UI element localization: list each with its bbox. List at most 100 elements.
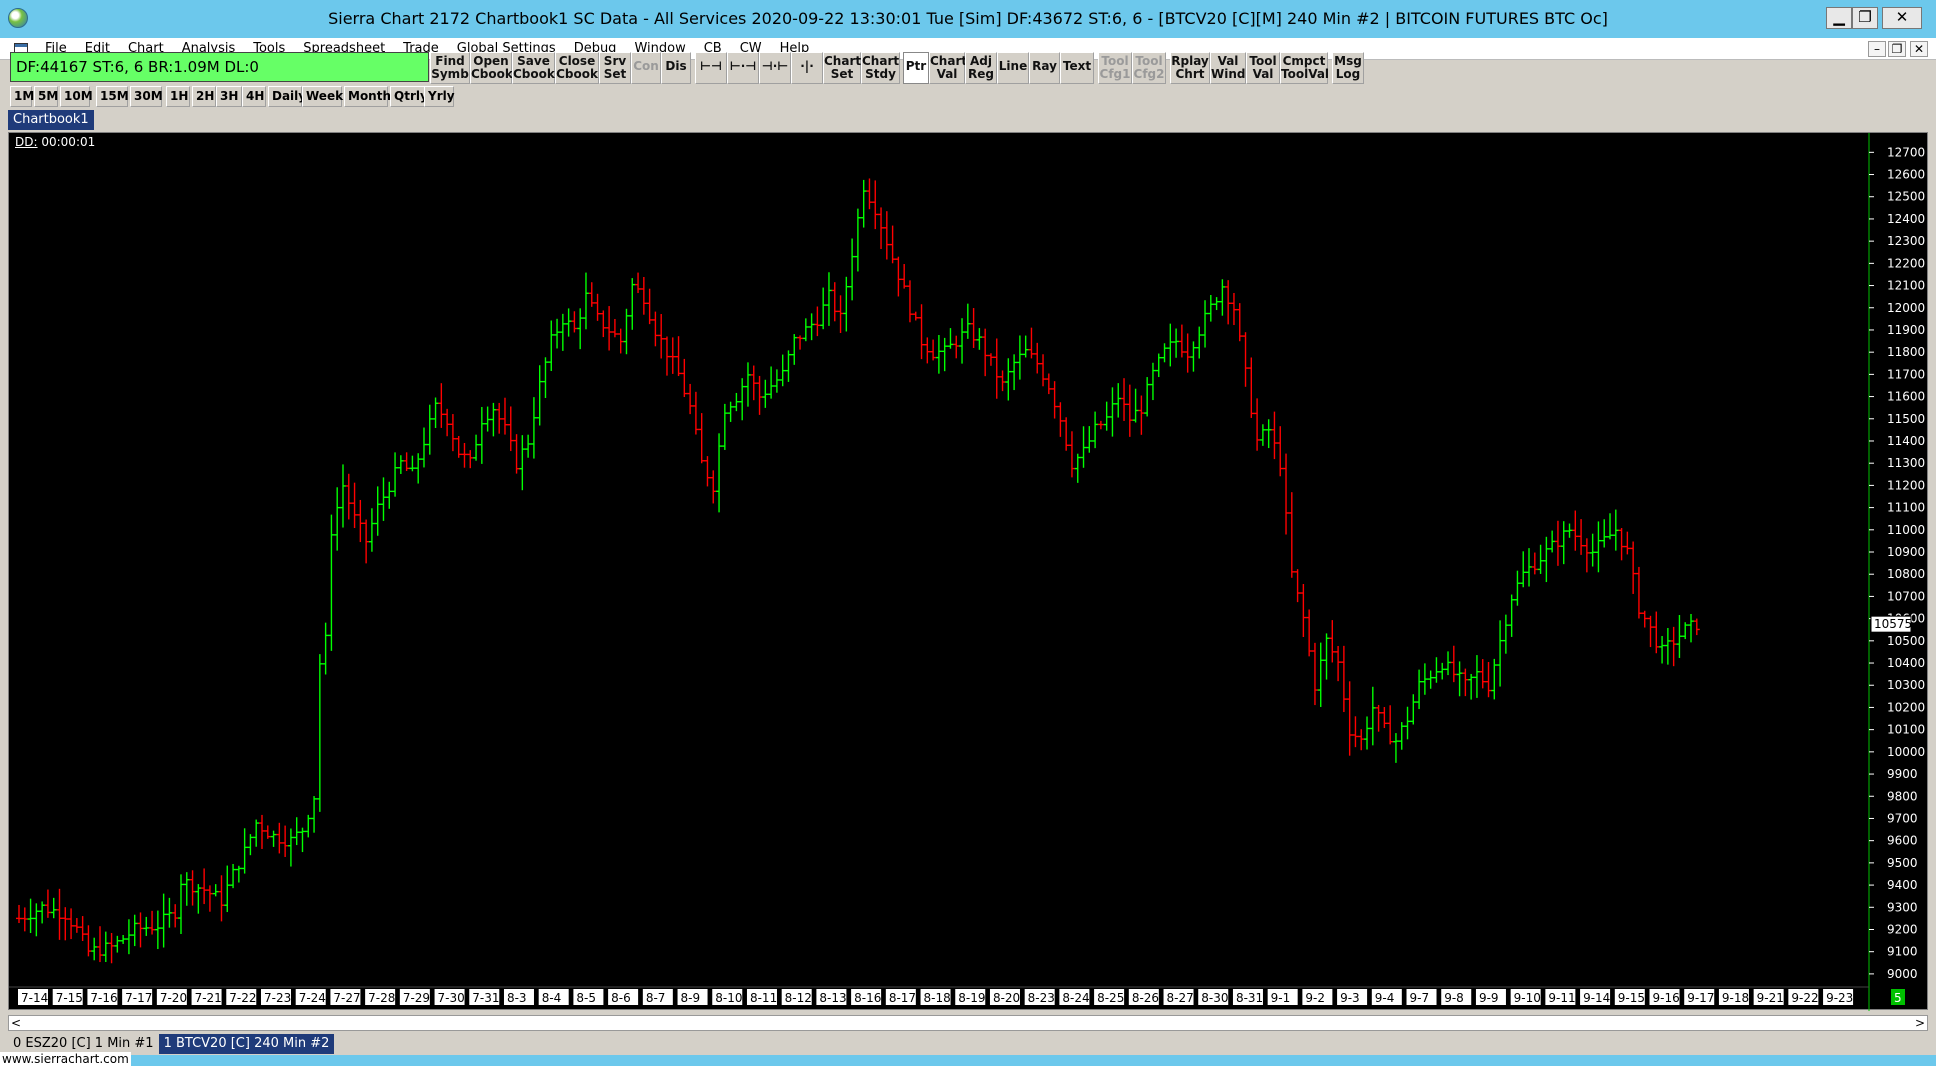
mdi-minimize-button[interactable]: – [1868,41,1886,57]
toolbar-button-chart-set[interactable]: Chart Set [823,52,861,84]
price-chart[interactable]: 9000 9100 9200 9300 9400 9500 9600 9700 9800 9900… [9,133,1929,1011]
toolbar-button-chart-stdy[interactable]: Chart Stdy [861,52,900,84]
x-tick-label: 9-9 [1479,991,1499,1005]
toolbar-button-find-symb[interactable]: Find Symb [430,52,470,84]
x-tick-label: 9-8 [1444,991,1464,1005]
x-tick-label: 7-17 [125,991,152,1005]
corner-label: 5 [1894,991,1902,1005]
y-tick-label: 9900 [1887,767,1918,781]
timeframe-button-1h[interactable]: 1H [166,86,190,107]
toolbar-button-ray[interactable]: Ray [1029,52,1060,84]
chart-tab-0[interactable]: 0 ESZ20 [C] 1 Min #1 [8,1034,159,1054]
chart-area[interactable]: 9000 9100 9200 9300 9400 9500 9600 9700 9800 9900… [8,132,1929,1011]
timeframe-button-30m[interactable]: 30M [130,86,163,107]
y-tick-label: 9000 [1887,967,1918,981]
y-tick-label: 11900 [1887,323,1925,337]
restore-button[interactable]: ❐ [1852,7,1878,29]
timeframe-button-daily[interactable]: Daily [268,86,306,107]
toolbar-button-text[interactable]: Text [1060,52,1094,84]
x-tick-label: 8-11 [750,991,777,1005]
timeframe-button-week[interactable]: Week [302,86,343,107]
timeframe-button-4h[interactable]: 4H [242,86,266,107]
x-tick-label: 7-15 [56,991,83,1005]
y-tick-label: 11500 [1887,412,1925,426]
toolbar-button-line[interactable]: Line [997,52,1029,84]
title-bar[interactable]: Sierra Chart 2172 Chartbook1 SC Data - A… [0,0,1936,38]
window-title: Sierra Chart 2172 Chartbook1 SC Data - A… [328,9,1608,28]
y-tick-label: 10200 [1887,700,1925,714]
toolbar-button-open-cbook[interactable]: Open Cbook [470,52,513,84]
mdi-close-button[interactable]: ✕ [1910,41,1928,57]
x-tick-label: 7-21 [195,991,222,1005]
scroll-right-arrow[interactable]: > [1915,1016,1925,1030]
toolbar-button-tool-cfg2[interactable]: Tool Cfg2 [1132,52,1166,84]
y-tick-label: 12300 [1887,234,1925,248]
toolbar-button-close-cbook[interactable]: Close Cbook [555,52,599,84]
mdi-restore-button[interactable]: ❐ [1888,41,1906,57]
x-tick-label: 8-5 [576,991,596,1005]
toolbar-button-con[interactable]: Con [631,52,661,84]
last-price-label: 10575 [1874,617,1912,631]
toolbar-button-cmpct-toolval[interactable]: Cmpct ToolVal [1280,52,1329,84]
x-tick-label: 7-16 [90,991,117,1005]
chart-tab-1[interactable]: 1 BTCV20 [C] 240 Min #2 [158,1034,335,1054]
y-tick-label: 12400 [1887,212,1925,226]
timeframe-button-month[interactable]: Month [344,86,391,107]
toolbar-button-icon-7[interactable]: ⊢⊣ [695,52,727,84]
y-tick-label: 12200 [1887,256,1925,270]
x-tick-label: 7-30 [438,991,465,1005]
x-tick-label: 9-18 [1722,991,1749,1005]
x-tick-label: 9-7 [1410,991,1430,1005]
horizontal-scrollbar[interactable]: < > [8,1015,1928,1031]
dd-label: DD: [15,135,38,149]
toolbar-button-srv-set[interactable]: Srv Set [599,52,631,84]
chartbook-tab[interactable]: Chartbook1 [8,110,94,130]
toolbar-button-msg-log[interactable]: Msg Log [1332,52,1364,84]
y-tick-label: 12600 [1887,168,1925,182]
timeframe-button-5m[interactable]: 5M [34,86,58,107]
toolbar-button-tool-cfg1[interactable]: Tool Cfg1 [1098,52,1132,84]
x-tick-label: 9-11 [1548,991,1575,1005]
toolbar-button-save-cbook[interactable]: Save Cbook [512,52,555,84]
website-label: www.sierrachart.com [0,1052,131,1066]
x-tick-label: 9-16 [1653,991,1680,1005]
toolbar-button-icon-9[interactable]: ⊣·⊢ [759,52,791,84]
y-tick-label: 9100 [1887,945,1918,959]
close-button[interactable]: ✕ [1882,7,1922,29]
toolbar-button-chart-val[interactable]: Chart Val [929,52,967,84]
toolbar-button-ptr[interactable]: Ptr [903,52,929,84]
x-tick-label: 7-24 [299,991,326,1005]
timeframe-button-15m[interactable]: 15M [96,86,129,107]
timeframe-button-yrly[interactable]: Yrly [424,86,455,107]
y-tick-label: 11800 [1887,345,1925,359]
y-tick-label: 10700 [1887,589,1925,603]
x-tick-label: 7-29 [403,991,430,1005]
x-tick-label: 8-13 [819,991,846,1005]
timeframe-button-1m[interactable]: 1M [10,86,34,107]
timeframe-button-3h[interactable]: 3H [216,86,242,107]
y-tick-label: 9200 [1887,922,1918,936]
x-tick-label: 9-10 [1514,991,1541,1005]
x-tick-label: 8-31 [1236,991,1263,1005]
chart-tabs: 0 ESZ20 [C] 1 Min #1 1 BTCV20 [C] 240 Min… [8,1034,335,1054]
minimize-button[interactable]: ▁ [1826,7,1852,29]
toolbar-button-adj-reg[interactable]: Adj Reg [965,52,997,84]
toolbar-button-icon-8[interactable]: ⊢·⊣ [727,52,759,84]
y-tick-label: 10900 [1887,545,1925,559]
x-tick-label: 9-14 [1583,991,1610,1005]
timeframe-button-qtrly[interactable]: Qtrly [390,86,428,107]
timeframe-button-2h[interactable]: 2H [192,86,216,107]
y-tick-label: 12100 [1887,279,1925,293]
dd-value: 00:00:01 [41,135,96,149]
toolbar-button-rplay-chrt[interactable]: Rplay Chrt [1170,52,1210,84]
x-tick-label: 9-1 [1271,991,1291,1005]
x-tick-label: 8-6 [611,991,631,1005]
y-tick-label: 10500 [1887,634,1925,648]
timeframe-button-10m[interactable]: 10M [60,86,93,107]
toolbar-button-dis[interactable]: Dis [661,52,691,84]
toolbar-button-icon-10[interactable]: ·|· [791,52,823,84]
toolbar-button-tool-val[interactable]: Tool Val [1246,52,1280,84]
x-tick-label: 9-2 [1305,991,1325,1005]
scroll-left-arrow[interactable]: < [11,1016,21,1030]
toolbar-button-val-wind[interactable]: Val Wind [1210,52,1246,84]
